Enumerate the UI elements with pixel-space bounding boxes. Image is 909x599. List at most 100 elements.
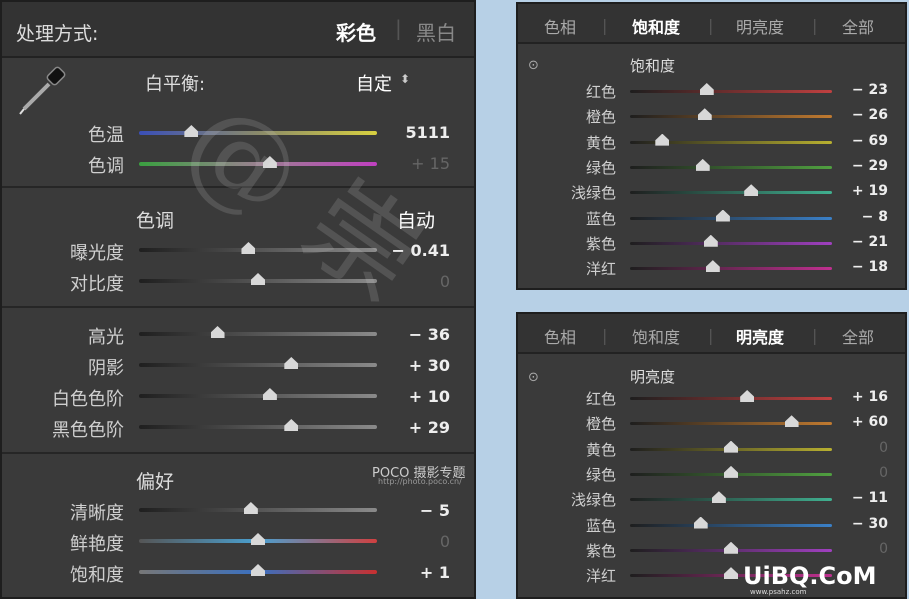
blacks-value[interactable]: + 29 <box>382 418 450 437</box>
tab-hue[interactable]: 色相 <box>544 14 576 38</box>
shadows-value[interactable]: + 30 <box>382 356 450 375</box>
saturation-value[interactable]: + 1 <box>382 563 450 582</box>
sat-row-label: 绿色 <box>585 158 616 177</box>
tint-value[interactable]: + 15 <box>382 154 450 173</box>
target-adjust-icon[interactable]: ⊙ <box>528 58 539 73</box>
sat-row-label: 洋红 <box>585 260 616 279</box>
saturation-label: 饱和度 <box>70 565 124 586</box>
lum-row-slider[interactable] <box>630 397 832 400</box>
lum-row-value[interactable]: − 11 <box>848 490 888 506</box>
sat-row-value[interactable]: − 21 <box>848 234 888 250</box>
tab-all[interactable]: 全部 <box>842 324 874 348</box>
tab-hue[interactable]: 色相 <box>544 324 576 348</box>
lum-row-value[interactable]: 0 <box>848 440 888 456</box>
sat-row-slider[interactable] <box>630 165 832 169</box>
bw-mode-button[interactable]: 黑白 <box>416 17 456 46</box>
sat-row-slider[interactable] <box>630 191 832 195</box>
tab-sep: | <box>602 326 608 345</box>
hsl-tabs: 色相 | 饱和度 | 明亮度 | 全部 <box>518 314 905 354</box>
lum-row-label: 紫色 <box>585 541 616 560</box>
tint-label: 色调 <box>88 156 124 177</box>
sat-row-value[interactable]: − 69 <box>848 133 888 149</box>
blacks-label: 黑色色阶 <box>52 420 124 441</box>
poco-url: http://photo.poco.cn/ <box>378 477 462 486</box>
lum-row-label: 橙色 <box>585 415 616 434</box>
lum-row-value[interactable]: − 30 <box>848 516 888 532</box>
sat-row-slider[interactable] <box>630 90 832 93</box>
lum-row-label: 洋红 <box>585 567 616 586</box>
exposure-label: 曝光度 <box>70 243 124 264</box>
tone-divider <box>2 186 474 188</box>
chevron-updown-icon[interactable]: ⬍ <box>400 72 410 86</box>
exposure-value[interactable]: − 0.41 <box>382 241 450 260</box>
shadows-label: 阴影 <box>88 358 124 379</box>
sat-row-label: 黄色 <box>585 133 616 152</box>
temp-value[interactable]: 5111 <box>382 123 450 142</box>
whites-value[interactable]: + 10 <box>382 387 450 406</box>
sat-row-value[interactable]: − 23 <box>848 82 888 98</box>
hsl-saturation-panel: 色相 | 饱和度 | 明亮度 | 全部 ⊙ 饱和度 红色 − 23 橙色 − 26 黄色… <box>516 2 907 290</box>
exposure-slider[interactable] <box>139 248 377 252</box>
lum-row-value[interactable]: + 60 <box>848 414 888 430</box>
highlights-slider[interactable] <box>139 332 377 336</box>
lum-row-value[interactable]: + 16 <box>848 389 888 405</box>
tint-slider[interactable] <box>139 162 377 166</box>
lum-row-value[interactable]: 0 <box>848 541 888 557</box>
tab-luminance[interactable]: 明亮度 <box>736 14 784 38</box>
clarity-value[interactable]: − 5 <box>382 501 450 520</box>
watermark-text: UiBQ.CoM <box>743 562 877 590</box>
vibrance-value[interactable]: 0 <box>382 532 450 551</box>
vibrance-label: 鲜艳度 <box>70 534 124 555</box>
sat-row-label: 红色 <box>585 83 616 101</box>
color-mode-button[interactable]: 彩色 <box>336 17 376 46</box>
hsl-luminance-panel: 色相 | 饱和度 | 明亮度 | 全部 ⊙ 明亮度 红色 + 16 橙色 + 60 黄色… <box>516 312 907 599</box>
lum-row-label: 黄色 <box>585 440 616 459</box>
lum-row-label: 红色 <box>585 390 616 408</box>
lum-row-value[interactable]: 0 <box>848 465 888 481</box>
eyedropper-icon[interactable] <box>16 64 70 118</box>
sat-row-label: 浅绿色 <box>570 184 616 203</box>
tone-title: 色调 <box>136 210 175 232</box>
presence-title: 偏好 <box>136 471 175 493</box>
sat-row-slider[interactable] <box>630 241 832 245</box>
contrast-label: 对比度 <box>70 274 124 295</box>
shadows-slider[interactable] <box>139 363 377 367</box>
target-adjust-icon[interactable]: ⊙ <box>528 370 539 385</box>
sat-row-slider[interactable] <box>630 115 832 119</box>
presence-divider <box>2 452 474 454</box>
lum-row-slider[interactable] <box>630 422 832 426</box>
tab-sep: | <box>602 16 608 35</box>
blacks-slider[interactable] <box>139 425 377 429</box>
tab-saturation[interactable]: 饱和度 <box>632 324 680 348</box>
treatment-header: 处理方式: 彩色 | 黑白 <box>2 2 474 58</box>
tone-divider-2 <box>2 306 474 308</box>
tab-luminance[interactable]: 明亮度 <box>736 324 784 348</box>
sat-row-value[interactable]: − 18 <box>848 259 888 275</box>
sat-row-slider[interactable] <box>630 216 832 220</box>
sat-row-value[interactable]: − 29 <box>848 158 888 174</box>
auto-button[interactable]: 自动 <box>397 206 435 233</box>
sat-row-value[interactable]: − 26 <box>848 107 888 123</box>
mode-separator: | <box>395 16 402 40</box>
contrast-value[interactable]: 0 <box>382 272 450 291</box>
lum-row-slider[interactable] <box>630 523 832 527</box>
lum-row-label: 蓝色 <box>585 516 616 535</box>
treatment-label: 处理方式: <box>16 23 99 45</box>
wb-label: 白平衡: <box>145 74 206 95</box>
temp-slider[interactable] <box>139 131 377 135</box>
clarity-slider[interactable] <box>139 508 377 512</box>
tab-sep: | <box>708 326 714 345</box>
highlights-value[interactable]: − 36 <box>382 325 450 344</box>
tab-sep: | <box>812 16 818 35</box>
wb-select[interactable]: 自定 <box>356 70 392 96</box>
watermark-url: www.psahz.com <box>750 588 807 596</box>
sat-row-value[interactable]: + 19 <box>848 183 888 199</box>
lum-row-label: 绿色 <box>585 465 616 484</box>
lum-panel-title: 明亮度 <box>630 368 676 386</box>
whites-slider[interactable] <box>139 394 377 398</box>
lum-row-slider[interactable] <box>630 498 832 502</box>
tab-all[interactable]: 全部 <box>842 14 874 38</box>
sat-row-value[interactable]: − 8 <box>848 209 888 225</box>
tab-saturation[interactable]: 饱和度 <box>632 14 680 38</box>
sat-row-slider[interactable] <box>630 267 832 271</box>
